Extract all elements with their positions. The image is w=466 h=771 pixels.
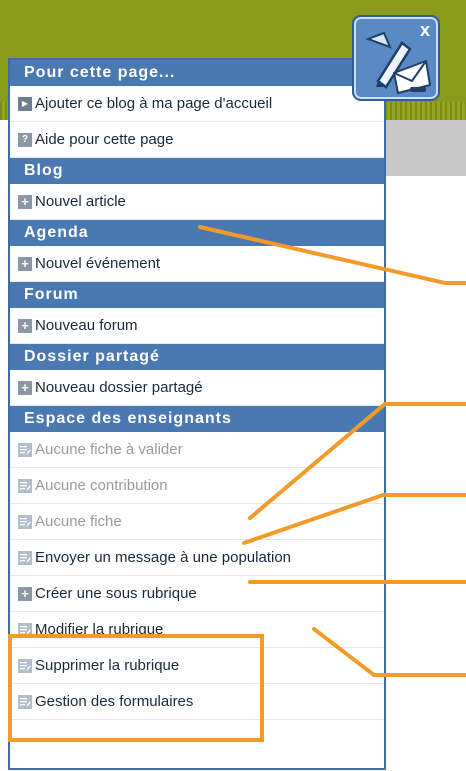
annotation-lines	[198, 225, 466, 677]
